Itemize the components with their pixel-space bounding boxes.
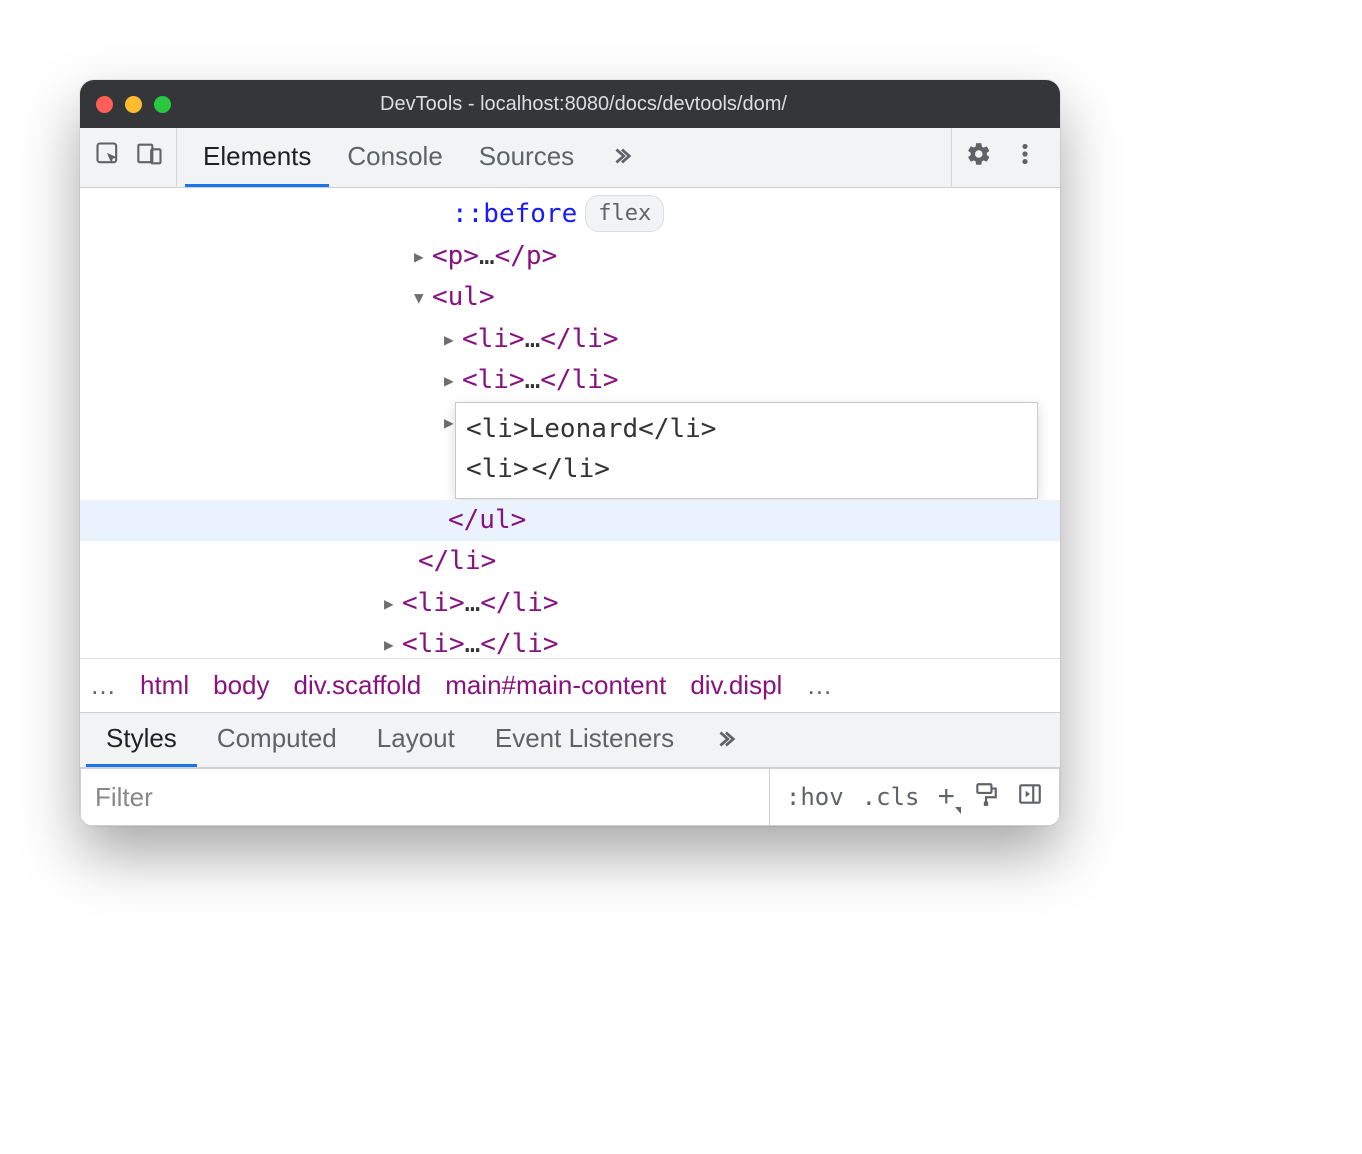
styles-subtabs: Styles Computed Layout Event Listeners xyxy=(80,712,1060,768)
dom-node-pseudo-before[interactable]: ::beforeflex xyxy=(80,194,1060,236)
titlebar: DevTools - localhost:8080/docs/devtools/… xyxy=(80,80,1060,128)
cls-toggle[interactable]: .cls xyxy=(862,783,920,811)
flex-badge[interactable]: flex xyxy=(585,195,664,232)
dom-breadcrumb[interactable]: … html body div.scaffold main#main-conte… xyxy=(80,658,1060,712)
subtabs-overflow-icon[interactable] xyxy=(694,713,756,767)
kebab-menu-icon[interactable] xyxy=(1012,141,1038,174)
panel-toggle-icon[interactable] xyxy=(1017,781,1043,814)
close-window-button[interactable] xyxy=(96,96,113,113)
window-title: DevTools - localhost:8080/docs/devtools/… xyxy=(187,93,1060,116)
dom-node-ul-close[interactable]: </ul> xyxy=(80,500,1060,542)
collapse-arrow-icon[interactable]: ▼ xyxy=(414,285,432,311)
dom-node-li-1[interactable]: ▶<li>…</li> xyxy=(80,319,1060,361)
toolbar-right-icons xyxy=(951,128,1052,187)
text-cursor xyxy=(530,452,531,481)
expand-arrow-icon[interactable]: ▶ xyxy=(384,591,402,617)
edit-line-1: <li>Leonard</li> xyxy=(466,409,1027,449)
dom-node-li-2[interactable]: ▶<li>…</li> xyxy=(80,360,1060,402)
device-toolbar-icon[interactable] xyxy=(136,140,164,175)
subtab-computed[interactable]: Computed xyxy=(197,713,357,767)
tab-sources[interactable]: Sources xyxy=(461,128,592,187)
styles-filter-actions: :hov .cls + xyxy=(770,768,1060,826)
html-edit-box[interactable]: <li>Leonard</li> <li></li> xyxy=(455,402,1038,499)
subtab-layout[interactable]: Layout xyxy=(357,713,475,767)
dom-node-li-4[interactable]: ▶<li>…</li> xyxy=(80,624,1060,658)
expand-arrow-icon[interactable]: ▶ xyxy=(414,244,432,270)
dom-tree[interactable]: ::beforeflex ▶<p>…</p> ▼<ul> ▶<li>…</li>… xyxy=(80,188,1060,658)
edit-line-2: <li></li> xyxy=(466,449,1027,489)
breadcrumb-item[interactable]: div.displ xyxy=(690,670,782,701)
inspect-element-icon[interactable] xyxy=(94,140,122,175)
expand-arrow-icon[interactable]: ▶ xyxy=(444,368,462,394)
styles-filter-input[interactable] xyxy=(80,768,770,826)
tabs-overflow-icon[interactable] xyxy=(592,128,650,187)
devtools-window: DevTools - localhost:8080/docs/devtools/… xyxy=(80,80,1060,826)
main-tabs: Elements Console Sources xyxy=(185,128,943,187)
dom-node-li-3[interactable]: ▶<li>…</li> xyxy=(80,583,1060,625)
breadcrumb-item[interactable]: html xyxy=(140,670,189,701)
breadcrumb-left-ellipsis[interactable]: … xyxy=(90,670,116,701)
tab-elements[interactable]: Elements xyxy=(185,128,329,187)
expand-arrow-icon[interactable]: ▶ xyxy=(384,632,402,658)
breadcrumb-item[interactable]: body xyxy=(213,670,269,701)
main-toolbar: Elements Console Sources xyxy=(80,128,1060,188)
traffic-lights xyxy=(80,96,187,113)
styles-filter-row: :hov .cls + xyxy=(80,768,1060,826)
minimize-window-button[interactable] xyxy=(125,96,142,113)
hov-toggle[interactable]: :hov xyxy=(786,783,844,811)
subtab-event-listeners[interactable]: Event Listeners xyxy=(475,713,694,767)
dom-node-outer-li-close[interactable]: </li> xyxy=(80,541,1060,583)
tab-console[interactable]: Console xyxy=(329,128,460,187)
dom-node-p[interactable]: ▶<p>…</p> xyxy=(80,236,1060,278)
breadcrumb-item[interactable]: main#main-content xyxy=(445,670,666,701)
dom-node-ul-open[interactable]: ▼<ul> xyxy=(80,277,1060,319)
breadcrumb-right-ellipsis[interactable]: … xyxy=(806,670,832,701)
expand-arrow-icon[interactable]: ▶ xyxy=(444,327,462,353)
settings-icon[interactable] xyxy=(966,141,992,174)
breadcrumb-item[interactable]: div.scaffold xyxy=(294,670,422,701)
subtab-styles[interactable]: Styles xyxy=(86,713,197,767)
maximize-window-button[interactable] xyxy=(154,96,171,113)
toolbar-left-icons xyxy=(88,128,177,187)
new-style-rule-button[interactable]: + xyxy=(937,782,955,812)
paint-icon[interactable] xyxy=(973,781,999,814)
